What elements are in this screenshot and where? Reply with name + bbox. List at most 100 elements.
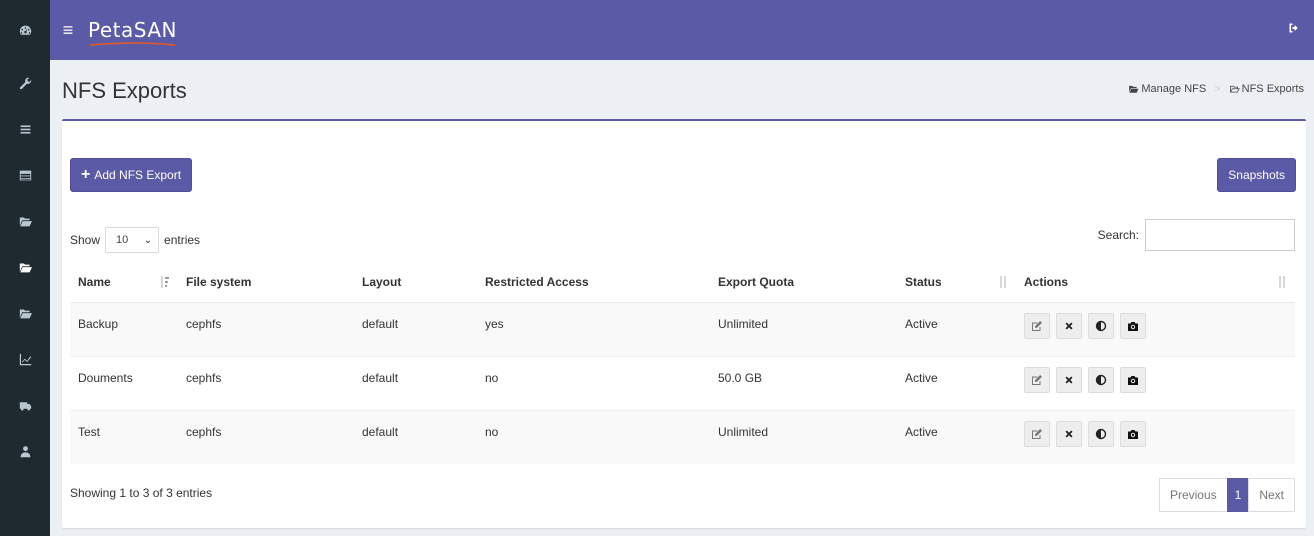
snapshot-button[interactable] [1120, 312, 1146, 339]
table-header-row: Name File system Layout Restricted Acces… [70, 262, 1295, 303]
sidebar-item-users[interactable] [0, 428, 50, 474]
edit-icon [1032, 374, 1042, 385]
close-icon [1065, 322, 1073, 329]
column-header-name[interactable]: Name [70, 262, 178, 303]
cell-layout: default [362, 316, 399, 331]
sign-out-icon[interactable] [1288, 22, 1302, 36]
plus-icon: + [81, 166, 91, 183]
sort-icon [1277, 276, 1287, 288]
sidebar [0, 0, 50, 536]
cell-restricted-access: no [485, 424, 499, 439]
column-header-restricted-access: Restricted Access [477, 262, 710, 303]
edit-button[interactable] [1024, 366, 1050, 393]
camera-icon [1128, 375, 1138, 385]
cell-layout: default [362, 424, 399, 439]
row-actions [1024, 366, 1287, 393]
nfs-exports-table: Name File system Layout Restricted Acces… [70, 262, 1295, 464]
row-actions [1024, 420, 1287, 447]
folder-open-icon [19, 216, 32, 226]
next-button[interactable]: Next [1248, 478, 1295, 512]
cell-export-quota: Unlimited [718, 316, 769, 331]
logo-swoosh [89, 42, 176, 46]
page-1-button[interactable]: 1 [1226, 478, 1250, 512]
delete-button[interactable] [1056, 420, 1082, 447]
toggle-button[interactable] [1088, 312, 1114, 339]
edit-icon [1032, 428, 1042, 439]
app-logo[interactable]: PetaSAN [88, 18, 177, 46]
table-info: Showing 1 to 3 of 3 entries [70, 486, 213, 500]
cell-restricted-access: yes [485, 316, 504, 331]
cell-export-quota: Unlimited [718, 424, 769, 439]
length-menu: Show 10 ⌄ entries [70, 227, 200, 253]
cell-status: Active [905, 424, 938, 439]
sidebar-item-folder-2[interactable] [0, 244, 50, 290]
breadcrumb-separator: > [1214, 83, 1221, 95]
table-row: Douments cephfs default no 50.0 GB Activ… [70, 356, 1295, 410]
previous-button[interactable]: Previous [1158, 478, 1228, 512]
edit-button[interactable] [1024, 420, 1050, 447]
line-chart-icon [19, 353, 31, 365]
delete-button[interactable] [1056, 366, 1082, 393]
hamburger-icon[interactable]: ≡ [52, 0, 84, 60]
snapshots-button[interactable]: Snapshots [1217, 158, 1296, 192]
sidebar-item-maintenance[interactable] [0, 382, 50, 428]
column-header-status[interactable]: Status [897, 262, 1016, 303]
content-header: NFS Exports Manage NFS > NFS Exports [62, 60, 1304, 118]
camera-icon [1128, 321, 1138, 331]
row-actions [1024, 312, 1287, 339]
search-input[interactable] [1145, 219, 1295, 251]
edit-icon [1032, 320, 1042, 331]
breadcrumb-item-nfs-exports: NFS Exports [1229, 83, 1304, 95]
entries-select[interactable]: 10 ⌄ [105, 227, 160, 253]
sidebar-item-table[interactable] [0, 152, 50, 198]
cell-status: Active [905, 316, 938, 331]
breadcrumb: Manage NFS > NFS Exports [1128, 83, 1304, 95]
sort-icon [998, 276, 1008, 288]
pagination: Previous 1 Next [1158, 478, 1295, 512]
table-icon [19, 170, 31, 180]
logo-text: PetaSAN [88, 18, 177, 42]
cell-file-system: cephfs [186, 370, 222, 385]
close-icon [1065, 376, 1073, 383]
sidebar-item-configuration[interactable] [0, 60, 50, 106]
sidebar-item-list[interactable] [0, 106, 50, 152]
delete-button[interactable] [1056, 312, 1082, 339]
nfs-exports-box: + Add NFS Export Snapshots Show 10 ⌄ ent… [62, 119, 1306, 528]
edit-button[interactable] [1024, 312, 1050, 339]
snapshot-button[interactable] [1120, 420, 1146, 447]
page-title: NFS Exports [62, 78, 187, 103]
folder-open-icon [19, 262, 32, 272]
cell-actions [1016, 302, 1295, 356]
cell-name: Test [78, 424, 101, 439]
sidebar-item-folder-1[interactable] [0, 198, 50, 244]
sidebar-item-statistics[interactable] [0, 336, 50, 382]
chevron-down-icon: ⌄ [143, 234, 153, 246]
search-label: Search: [1097, 228, 1139, 242]
cell-layout: default [362, 370, 399, 385]
column-header-actions[interactable]: Actions [1016, 262, 1295, 303]
cell-actions [1016, 410, 1295, 464]
ambulance-icon [19, 401, 31, 410]
column-header-file-system: File system [178, 262, 354, 303]
cell-export-quota: 50.0 GB [718, 370, 763, 385]
cell-name: Backup [78, 316, 119, 331]
camera-icon [1128, 429, 1138, 439]
toggle-button[interactable] [1088, 366, 1114, 393]
list-icon [20, 124, 30, 134]
table-row: Test cephfs default no Unlimited Active [70, 410, 1295, 464]
sidebar-item-folder-3[interactable] [0, 290, 50, 336]
dashboard-icon [19, 25, 31, 35]
breadcrumb-item-manage-nfs[interactable]: Manage NFS [1128, 83, 1206, 95]
column-header-layout: Layout [354, 262, 477, 303]
wrench-icon [19, 77, 31, 89]
search: Search: [1098, 219, 1295, 251]
cell-restricted-access: no [485, 370, 499, 385]
toggle-button[interactable] [1088, 420, 1114, 447]
folder-open-outline-icon [1229, 85, 1240, 93]
snapshot-button[interactable] [1120, 366, 1146, 393]
add-nfs-export-button[interactable]: + Add NFS Export [70, 158, 193, 192]
user-icon [20, 445, 30, 457]
cell-actions [1016, 356, 1295, 410]
sidebar-item-dashboard[interactable] [0, 0, 50, 60]
cell-name: Douments [78, 370, 133, 385]
